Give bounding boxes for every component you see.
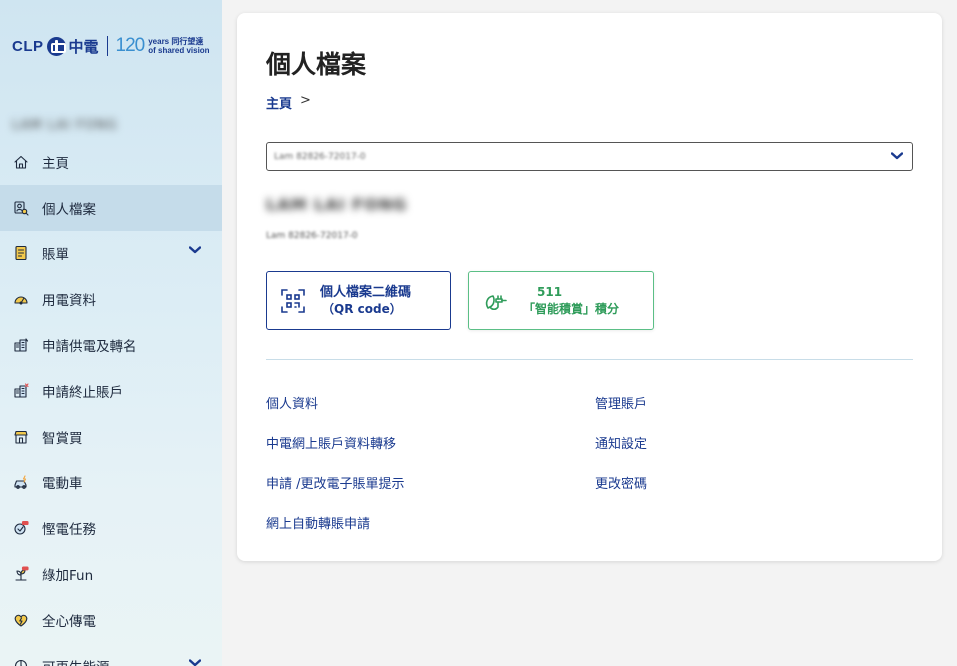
chevron-down-icon <box>890 152 904 163</box>
profile-link[interactable]: 中電網上賬戶資料轉移 <box>266 433 396 452</box>
logo-separator <box>106 36 108 56</box>
sidebar-user-name: LAM LAI FONG <box>12 118 118 133</box>
profile-link[interactable]: 網上自動轉賬申請 <box>266 513 370 532</box>
page-title: 個人檔案 <box>266 50 367 79</box>
sidebar-item-label: 用電資料 <box>42 293 96 310</box>
sidebar-item-label: 個人檔案 <box>42 201 96 218</box>
sidebar-item-label: 智賞買 <box>42 430 83 447</box>
sidebar-item-4[interactable]: 申請供電及轉名 <box>0 322 222 368</box>
profile-card: 個人檔案 主頁 > Lam 82826-72017-0 LAM LAI FONG… <box>237 13 942 561</box>
logo-anniversary: 120 <box>115 35 146 56</box>
profile-name: LAM LAI FONG <box>266 195 408 214</box>
ev-car-icon <box>13 474 29 490</box>
profile-link[interactable]: 管理賬戶 <box>595 393 647 412</box>
eco-plug-icon <box>483 288 509 314</box>
sidebar: CLP 中電 120 years 同行望遠 of shared vision L… <box>0 0 222 666</box>
logo-brand-cn: 中電 <box>68 37 99 56</box>
smart-points-label: 「智能積賞」積分 <box>523 301 620 316</box>
sidebar-item-label: 可再生能源 <box>42 656 110 666</box>
account-select[interactable]: Lam 82826-72017-0 <box>266 142 913 171</box>
home-icon <box>13 154 29 170</box>
sidebar-item-6[interactable]: 智賞買 <box>0 414 222 460</box>
qr-button-label: 個人檔案二維碼 <box>320 284 412 300</box>
profile-link[interactable]: 申請 /更改電子賬單提示 <box>266 473 405 492</box>
mission-icon <box>13 520 29 536</box>
sidebar-item-9[interactable]: 綠加Fun <box>0 551 222 597</box>
sidebar-item-10[interactable]: 全心傳電 <box>0 597 222 643</box>
smart-points-button[interactable]: 511 「智能積賞」積分 <box>468 271 654 330</box>
building-icon <box>13 337 29 353</box>
sidebar-nav: 主頁個人檔案賬單用電資料申請供電及轉名 申請終止賬戶 智賞買電動車慳電任務綠加Fun… <box>0 139 222 666</box>
sidebar-item-8[interactable]: 慳電任務 <box>0 505 222 551</box>
shop-icon <box>13 429 29 445</box>
chevron-down-icon[interactable] <box>189 246 201 256</box>
profile-icon <box>13 200 29 216</box>
sidebar-item-3[interactable]: 用電資料 <box>0 276 222 322</box>
sidebar-item-label: 綠加Fun <box>42 568 94 585</box>
sidebar-item-11[interactable]: 可再生能源 <box>0 643 222 666</box>
clp-logo[interactable]: CLP 中電 120 years 同行望遠 of shared vision <box>12 34 210 58</box>
smart-points-value: 511 <box>537 284 563 299</box>
profile-link[interactable]: 通知設定 <box>595 433 647 452</box>
green-plant-icon <box>13 566 29 582</box>
logo-brand: CLP <box>12 37 44 55</box>
sidebar-item-5[interactable]: 申請終止賬戶 <box>0 368 222 414</box>
sidebar-item-1[interactable]: 個人檔案 <box>0 184 222 231</box>
breadcrumb-separator: > <box>300 93 311 108</box>
sidebar-item-0[interactable]: 主頁 <box>0 139 222 185</box>
section-divider <box>266 359 913 360</box>
sidebar-item-label: 賬單 <box>42 247 69 264</box>
logo-tagline-2: of shared vision <box>148 46 210 55</box>
sidebar-item-label: 申請終止賬戶 <box>42 384 123 401</box>
breadcrumb: 主頁 > <box>266 93 311 112</box>
profile-link[interactable]: 更改密碼 <box>595 473 647 492</box>
sidebar-item-7[interactable]: 電動車 <box>0 460 222 506</box>
chevron-down-icon[interactable] <box>189 658 201 666</box>
sidebar-item-label: 主頁 <box>42 155 69 172</box>
qr-button-sublabel: （QR code） <box>322 301 402 316</box>
heart-power-icon <box>13 612 29 628</box>
sidebar-item-2[interactable]: 賬單 <box>0 231 222 277</box>
gauge-icon <box>13 291 29 307</box>
sidebar-item-label: 慳電任務 <box>42 522 96 539</box>
clp-mark-icon <box>46 36 66 56</box>
logo-tagline-1: years 同行望遠 <box>148 37 204 46</box>
logo-tagline: years 同行望遠 of shared vision <box>148 37 209 55</box>
bill-icon <box>13 245 29 261</box>
renewable-icon <box>13 658 29 666</box>
profile-qr-button[interactable]: 個人檔案二維碼 （QR code） <box>266 271 451 330</box>
account-select-value: Lam 82826-72017-0 <box>274 151 366 162</box>
qr-scan-icon <box>280 288 306 314</box>
building-close-icon <box>13 383 29 399</box>
sidebar-item-label: 申請供電及轉名 <box>42 339 137 356</box>
profile-account-number: Lam 82826-72017-0 <box>266 231 358 241</box>
sidebar-item-label: 電動車 <box>42 476 83 493</box>
sidebar-item-label: 全心傳電 <box>42 613 96 630</box>
breadcrumb-home-link[interactable]: 主頁 <box>266 93 292 112</box>
profile-link[interactable]: 個人資料 <box>266 393 318 412</box>
